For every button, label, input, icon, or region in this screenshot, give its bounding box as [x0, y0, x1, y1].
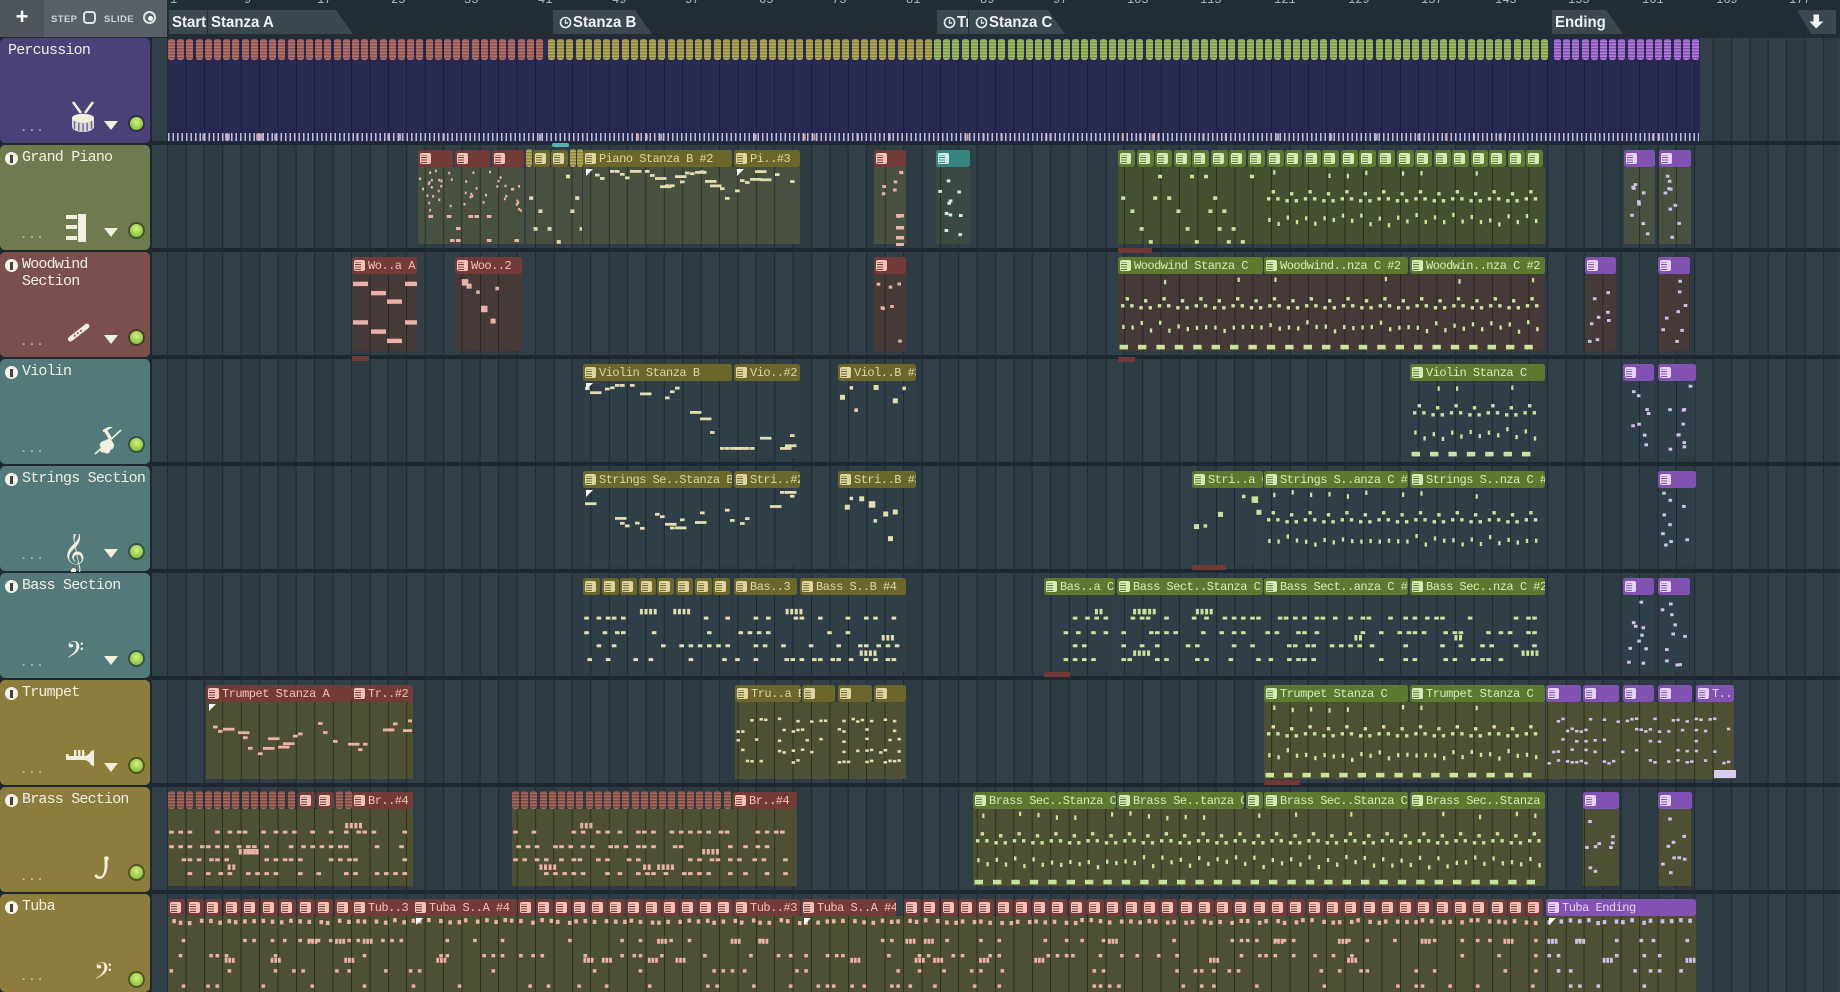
svg-text:𝄢: 𝄢: [66, 641, 84, 667]
svg-text:𝄞: 𝄞: [64, 534, 84, 572]
svg-text:𝄢: 𝄢: [94, 962, 112, 988]
